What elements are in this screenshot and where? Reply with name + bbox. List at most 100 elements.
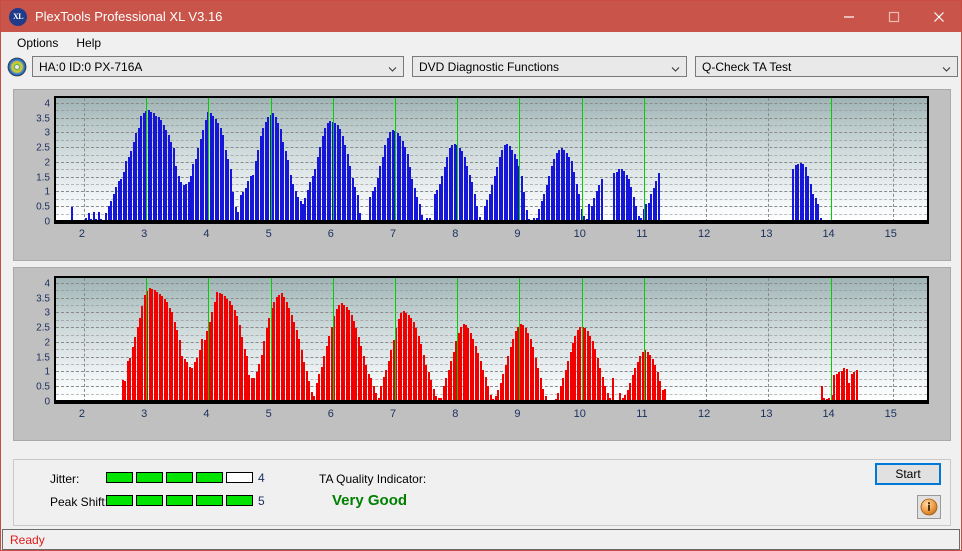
test-select-value: Q-Check TA Test [702, 59, 792, 74]
drive-select[interactable]: HA:0 ID:0 PX-716A [32, 56, 404, 77]
x-tick-label: 12 [698, 408, 711, 420]
chart-bar [657, 173, 660, 222]
y-tick-label: 3 [44, 127, 50, 139]
y-tick-label: 0 [44, 396, 50, 408]
menu-bar: Options Help [1, 32, 961, 53]
grid-line-vertical [892, 98, 894, 222]
x-tick-label: 15 [884, 408, 897, 420]
grid-line-minor [56, 290, 927, 292]
marker-line [519, 98, 521, 222]
menu-item-help[interactable]: Help [68, 34, 109, 52]
marker-line [643, 98, 645, 222]
y-tick-label: 3.5 [36, 293, 50, 305]
grid-line-minor [56, 125, 927, 127]
marker-line [830, 98, 832, 222]
window-controls [826, 1, 961, 32]
meter-segment [166, 495, 193, 506]
grid-line-vertical [768, 98, 770, 222]
peak-shift-chart-plot [54, 276, 929, 404]
y-tick-label: 1.5 [36, 172, 50, 184]
grid-line [56, 132, 927, 134]
chevron-down-icon [671, 62, 680, 72]
status-text: Ready [10, 532, 45, 547]
marker-line [270, 278, 272, 402]
peak-shift-chart-panel: 4 3.5 3 2.5 2 1.5 1 0.5 0 2 3 4 5 6 7 8 9 10 11 12 13 14 15 [13, 267, 951, 441]
marker-line [395, 98, 397, 222]
x-tick-label: 8 [452, 408, 459, 420]
results-group: Jitter: 4 Peak Shift: 5 TA Quality Indic… [13, 459, 951, 526]
x-tick-label: 13 [760, 408, 773, 420]
marker-line [208, 98, 210, 222]
peak-shift-value: 5 [258, 494, 265, 508]
marker-line [457, 278, 459, 402]
x-tick-label: 10 [573, 408, 586, 420]
y-tick-label: 2 [44, 157, 50, 169]
chart-bar [855, 370, 858, 402]
x-tick-label: 13 [760, 228, 773, 240]
marker-line [146, 98, 148, 222]
grid-line [56, 312, 927, 314]
info-icon [920, 498, 938, 516]
meter-segment [166, 472, 193, 483]
grid-line-vertical [892, 278, 894, 402]
x-tick-label: 4 [203, 408, 210, 420]
grid-line [56, 282, 927, 284]
grid-line [56, 102, 927, 104]
x-tick-label: 8 [452, 228, 459, 240]
marker-line [457, 98, 459, 222]
meter-segment [226, 472, 253, 483]
x-tick-label: 11 [636, 228, 648, 240]
meter-segment [106, 472, 133, 483]
grid-line-minor [56, 139, 927, 141]
minimize-icon[interactable] [826, 1, 871, 32]
close-icon[interactable] [916, 1, 961, 32]
peak-shift-chart-x-axis: 2 3 4 5 6 7 8 9 10 11 12 13 14 15 [54, 408, 925, 424]
y-tick-label: 1 [44, 366, 50, 378]
grid-line-minor [56, 305, 927, 307]
peak-shift-label: Peak Shift: [50, 495, 109, 509]
x-tick-label: 15 [884, 228, 897, 240]
grid-line-vertical [83, 98, 85, 222]
x-tick-label: 7 [390, 228, 397, 240]
jitter-value: 4 [258, 471, 265, 485]
grid-line-minor [56, 334, 927, 336]
y-tick-label: 2.5 [36, 322, 50, 334]
x-axis-baseline [56, 400, 927, 402]
start-button[interactable]: Start [875, 463, 941, 485]
chevron-down-icon [942, 62, 951, 72]
marker-line [519, 278, 521, 402]
y-tick-label: 0.5 [36, 201, 50, 213]
title-bar: XL PlexTools Professional XL V3.16 [1, 1, 961, 32]
menu-item-options[interactable]: Options [9, 34, 66, 52]
meter-segment [136, 472, 163, 483]
jitter-chart-x-axis: 2 3 4 5 6 7 8 9 10 11 12 13 14 15 [54, 228, 925, 244]
app-disc-icon: XL [9, 7, 27, 26]
grid-line [56, 356, 927, 358]
ta-quality-label: TA Quality Indicator: [319, 472, 427, 486]
application-window: XL PlexTools Professional XL V3.16 Optio… [0, 0, 962, 551]
y-tick-label: 2 [44, 337, 50, 349]
grid-line-minor [56, 110, 927, 112]
jitter-chart-panel: 4 3.5 3 2.5 2 1.5 1 0.5 0 2 3 4 5 6 7 8 9 10 11 12 13 14 15 [13, 89, 951, 261]
meter-segment [196, 472, 223, 483]
y-tick-label: 0.5 [36, 381, 50, 393]
drive-select-value: HA:0 ID:0 PX-716A [39, 59, 143, 74]
x-tick-label: 5 [265, 408, 272, 420]
test-select[interactable]: Q-Check TA Test [695, 56, 958, 77]
x-tick-label: 14 [822, 408, 835, 420]
x-tick-label: 3 [141, 408, 148, 420]
x-tick-label: 4 [203, 228, 210, 240]
maximize-icon[interactable] [871, 1, 916, 32]
grid-line [56, 327, 927, 329]
grid-line [56, 297, 927, 299]
function-select[interactable]: DVD Diagnostic Functions [412, 56, 687, 77]
grid-line [56, 341, 927, 343]
info-button[interactable] [917, 495, 941, 519]
x-tick-label: 3 [141, 228, 148, 240]
marker-line [581, 278, 583, 402]
chart-bar [600, 179, 603, 222]
x-tick-label: 9 [514, 408, 521, 420]
function-select-value: DVD Diagnostic Functions [419, 59, 560, 74]
marker-line [146, 278, 148, 402]
y-tick-label: 3.5 [36, 113, 50, 125]
